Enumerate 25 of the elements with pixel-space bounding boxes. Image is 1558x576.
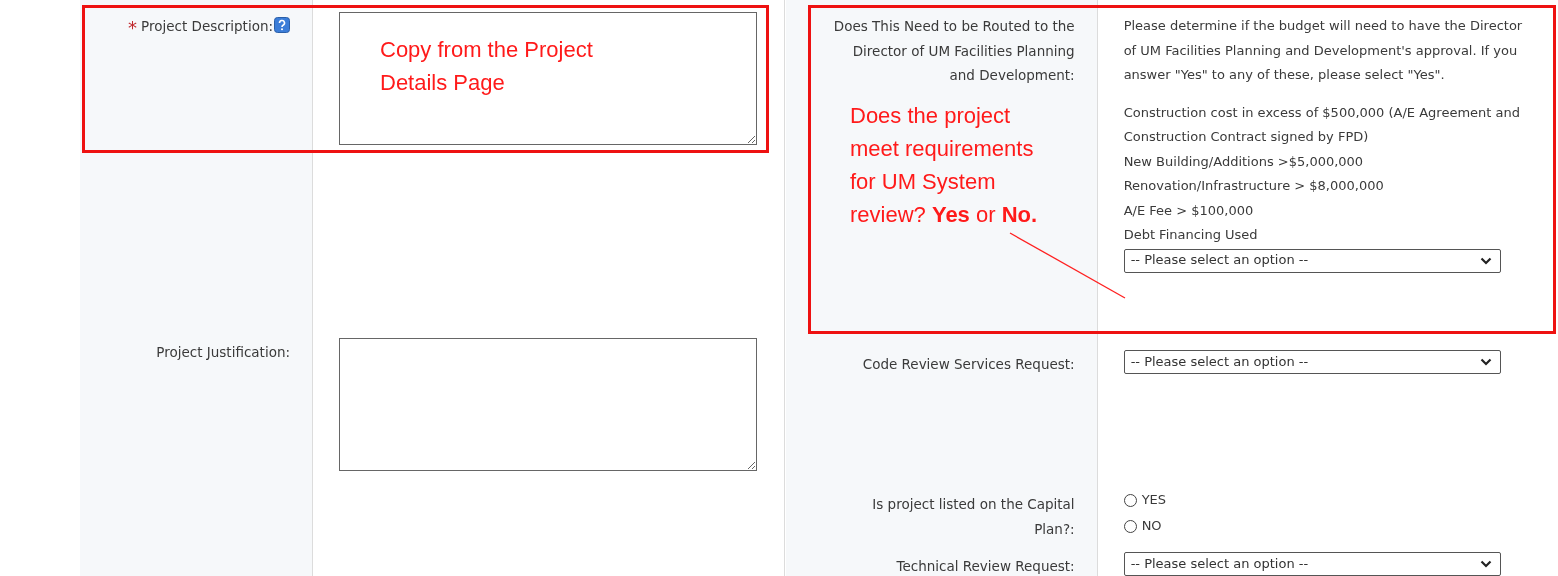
chevron-icon [1479, 358, 1492, 366]
criteria-item: Construction cost in excess of $500,000 (A/E Agreement and Construction Contract signed by FPD) [1123, 103, 1521, 146]
radio-option[interactable]: NO [1123, 513, 1536, 539]
select-dropdown[interactable]: -- Please select an option -- [1123, 248, 1501, 273]
field-label: Is project listed on the Capital Plan?: [872, 496, 1075, 537]
help-text: Please determine if the budget will need to have the Director of UM Facilities Planning and Development's approval. If you answer "Yes" to any of these, please select "Yes". [1123, 17, 1524, 84]
help-icon[interactable] [274, 17, 290, 33]
field-label: Project Justification: [156, 344, 290, 360]
field-label: Project Description: [141, 18, 273, 34]
annotation-text: Does the project meet requirements for UM System review? Yes or No. [850, 102, 1039, 229]
field-label: Technical Review Request: [896, 558, 1075, 574]
chevron-icon [1479, 256, 1492, 265]
field-label: Does This Need to be Routed to the Director of UM Facilities Planning and Development: [833, 18, 1075, 83]
annotation-text: Copy from the Project Details Page [380, 36, 594, 97]
criteria-item: A/E Fee > $100,000 [1123, 201, 1255, 220]
required-asterisk: * [128, 17, 138, 38]
select-dropdown[interactable]: -- Please select an option -- [1123, 552, 1501, 576]
criteria-item: Renovation/Infrastructure > $8,000,000 [1123, 177, 1385, 195]
radio-option[interactable]: YES [1123, 487, 1536, 513]
select-dropdown[interactable]: -- Please select an option -- [1123, 350, 1501, 374]
criteria-item: New Building/Additions >$5,000,000 [1123, 152, 1365, 171]
chevron-icon [1479, 560, 1492, 568]
criteria-item: Debt Financing Used [1123, 226, 1259, 244]
text-area[interactable] [339, 12, 757, 145]
field-label: Code Review Services Request: [862, 356, 1075, 372]
